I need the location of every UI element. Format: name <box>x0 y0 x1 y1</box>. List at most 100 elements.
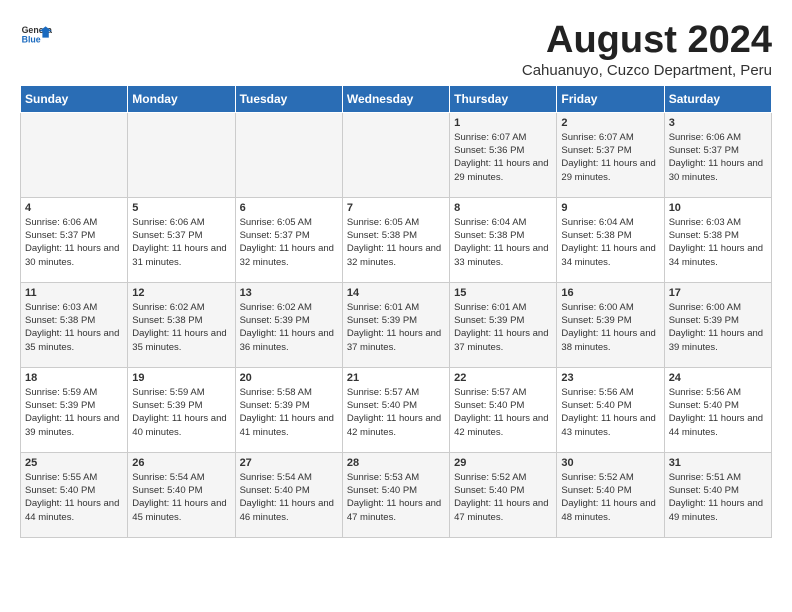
calendar-cell: 19 Sunrise: 5:59 AM Sunset: 5:39 PM Dayli… <box>128 367 235 452</box>
calendar-cell: 1 Sunrise: 6:07 AM Sunset: 5:36 PM Daylig… <box>450 112 557 197</box>
day-detail: Sunrise: 6:05 AM Sunset: 5:37 PM Dayligh… <box>240 216 338 269</box>
day-detail: Sunrise: 6:02 AM Sunset: 5:39 PM Dayligh… <box>240 301 338 354</box>
calendar-cell <box>128 112 235 197</box>
day-detail: Sunrise: 6:03 AM Sunset: 5:38 PM Dayligh… <box>669 216 767 269</box>
calendar-cell: 27Sunrise: 5:54 AM Sunset: 5:40 PM Dayli… <box>235 452 342 537</box>
col-sunday: Sunday <box>21 85 128 112</box>
calendar-cell: 16 Sunrise: 6:00 AM Sunset: 5:39 PM Dayli… <box>557 282 664 367</box>
subtitle: Cahuanuyo, Cuzco Department, Peru <box>522 62 772 79</box>
day-detail: Sunrise: 6:07 AM Sunset: 5:36 PM Dayligh… <box>454 131 552 184</box>
day-detail: Sunrise: 6:07 AM Sunset: 5:37 PM Dayligh… <box>561 131 659 184</box>
calendar-week-row: 25 Sunrise: 5:55 AM Sunset: 5:40 PM Dayli… <box>21 452 772 537</box>
day-number: 17 <box>669 287 767 299</box>
col-friday: Friday <box>557 85 664 112</box>
calendar-week-row: 18 Sunrise: 5:59 AM Sunset: 5:39 PM Dayli… <box>21 367 772 452</box>
calendar-cell: 2 Sunrise: 6:07 AM Sunset: 5:37 PM Daylig… <box>557 112 664 197</box>
day-number: 2 <box>561 117 659 129</box>
day-detail: Sunrise: 6:02 AM Sunset: 5:38 PM Dayligh… <box>132 301 230 354</box>
day-detail: Sunrise: 5:59 AM Sunset: 5:39 PM Dayligh… <box>25 386 123 439</box>
day-detail: Sunrise: 5:55 AM Sunset: 5:40 PM Dayligh… <box>25 471 123 524</box>
calendar-cell: 9Sunrise: 6:04 AM Sunset: 5:38 PM Daylig… <box>557 197 664 282</box>
col-thursday: Thursday <box>450 85 557 112</box>
day-number: 30 <box>561 457 659 469</box>
calendar-cell: 11Sunrise: 6:03 AM Sunset: 5:38 PM Dayli… <box>21 282 128 367</box>
day-number: 4 <box>25 202 123 214</box>
day-detail: Sunrise: 6:00 AM Sunset: 5:39 PM Dayligh… <box>561 301 659 354</box>
calendar-week-row: 4 Sunrise: 6:06 AM Sunset: 5:37 PM Daylig… <box>21 197 772 282</box>
day-number: 24 <box>669 372 767 384</box>
calendar-cell: 13 Sunrise: 6:02 AM Sunset: 5:39 PM Dayli… <box>235 282 342 367</box>
calendar-cell: 4 Sunrise: 6:06 AM Sunset: 5:37 PM Daylig… <box>21 197 128 282</box>
calendar-cell: 29Sunrise: 5:52 AM Sunset: 5:40 PM Dayli… <box>450 452 557 537</box>
day-detail: Sunrise: 5:58 AM Sunset: 5:39 PM Dayligh… <box>240 386 338 439</box>
calendar-cell: 25 Sunrise: 5:55 AM Sunset: 5:40 PM Dayli… <box>21 452 128 537</box>
day-number: 25 <box>25 457 123 469</box>
day-detail: Sunrise: 5:56 AM Sunset: 5:40 PM Dayligh… <box>561 386 659 439</box>
day-detail: Sunrise: 5:53 AM Sunset: 5:40 PM Dayligh… <box>347 471 445 524</box>
day-number: 23 <box>561 372 659 384</box>
calendar-cell: 5Sunrise: 6:06 AM Sunset: 5:37 PM Daylig… <box>128 197 235 282</box>
calendar-cell: 30 Sunrise: 5:52 AM Sunset: 5:40 PM Dayli… <box>557 452 664 537</box>
day-detail: Sunrise: 5:57 AM Sunset: 5:40 PM Dayligh… <box>454 386 552 439</box>
title-block: August 2024 Cahuanuyo, Cuzco Department,… <box>522 20 772 79</box>
calendar-cell: 23 Sunrise: 5:56 AM Sunset: 5:40 PM Dayli… <box>557 367 664 452</box>
page-header: General Blue August 2024 Cahuanuyo, Cuzc… <box>20 20 772 79</box>
day-detail: Sunrise: 5:56 AM Sunset: 5:40 PM Dayligh… <box>669 386 767 439</box>
main-title: August 2024 <box>522 20 772 62</box>
day-detail: Sunrise: 6:01 AM Sunset: 5:39 PM Dayligh… <box>454 301 552 354</box>
day-detail: Sunrise: 6:05 AM Sunset: 5:38 PM Dayligh… <box>347 216 445 269</box>
day-detail: Sunrise: 6:01 AM Sunset: 5:39 PM Dayligh… <box>347 301 445 354</box>
day-detail: Sunrise: 5:52 AM Sunset: 5:40 PM Dayligh… <box>454 471 552 524</box>
svg-text:Blue: Blue <box>22 34 41 44</box>
day-number: 6 <box>240 202 338 214</box>
calendar-body: 1 Sunrise: 6:07 AM Sunset: 5:36 PM Daylig… <box>21 112 772 537</box>
day-number: 21 <box>347 372 445 384</box>
day-detail: Sunrise: 6:04 AM Sunset: 5:38 PM Dayligh… <box>454 216 552 269</box>
calendar-cell: 28Sunrise: 5:53 AM Sunset: 5:40 PM Dayli… <box>342 452 449 537</box>
day-detail: Sunrise: 5:51 AM Sunset: 5:40 PM Dayligh… <box>669 471 767 524</box>
day-number: 27 <box>240 457 338 469</box>
day-detail: Sunrise: 6:06 AM Sunset: 5:37 PM Dayligh… <box>669 131 767 184</box>
calendar-cell: 18 Sunrise: 5:59 AM Sunset: 5:39 PM Dayli… <box>21 367 128 452</box>
day-number: 12 <box>132 287 230 299</box>
calendar-cell: 26Sunrise: 5:54 AM Sunset: 5:40 PM Dayli… <box>128 452 235 537</box>
day-number: 18 <box>25 372 123 384</box>
day-number: 22 <box>454 372 552 384</box>
day-number: 20 <box>240 372 338 384</box>
calendar-cell: 3Sunrise: 6:06 AM Sunset: 5:37 PM Daylig… <box>664 112 771 197</box>
calendar-cell: 8 Sunrise: 6:04 AM Sunset: 5:38 PM Daylig… <box>450 197 557 282</box>
day-number: 10 <box>669 202 767 214</box>
calendar-cell: 20 Sunrise: 5:58 AM Sunset: 5:39 PM Dayli… <box>235 367 342 452</box>
day-number: 16 <box>561 287 659 299</box>
calendar-cell: 6 Sunrise: 6:05 AM Sunset: 5:37 PM Daylig… <box>235 197 342 282</box>
logo: General Blue <box>20 20 52 52</box>
day-number: 14 <box>347 287 445 299</box>
day-detail: Sunrise: 6:06 AM Sunset: 5:37 PM Dayligh… <box>25 216 123 269</box>
calendar-cell: 14 Sunrise: 6:01 AM Sunset: 5:39 PM Dayli… <box>342 282 449 367</box>
calendar-cell: 21Sunrise: 5:57 AM Sunset: 5:40 PM Dayli… <box>342 367 449 452</box>
day-detail: Sunrise: 6:00 AM Sunset: 5:39 PM Dayligh… <box>669 301 767 354</box>
calendar-cell <box>235 112 342 197</box>
logo-icon: General Blue <box>20 20 52 52</box>
day-detail: Sunrise: 5:52 AM Sunset: 5:40 PM Dayligh… <box>561 471 659 524</box>
col-saturday: Saturday <box>664 85 771 112</box>
day-number: 19 <box>132 372 230 384</box>
calendar-cell: 17 Sunrise: 6:00 AM Sunset: 5:39 PM Dayli… <box>664 282 771 367</box>
calendar-cell: 31 Sunrise: 5:51 AM Sunset: 5:40 PM Dayli… <box>664 452 771 537</box>
col-tuesday: Tuesday <box>235 85 342 112</box>
calendar-cell: 22 Sunrise: 5:57 AM Sunset: 5:40 PM Dayli… <box>450 367 557 452</box>
day-number: 8 <box>454 202 552 214</box>
col-monday: Monday <box>128 85 235 112</box>
day-number: 15 <box>454 287 552 299</box>
day-detail: Sunrise: 5:54 AM Sunset: 5:40 PM Dayligh… <box>132 471 230 524</box>
day-number: 13 <box>240 287 338 299</box>
day-detail: Sunrise: 5:59 AM Sunset: 5:39 PM Dayligh… <box>132 386 230 439</box>
col-wednesday: Wednesday <box>342 85 449 112</box>
day-number: 11 <box>25 287 123 299</box>
calendar-week-row: 11Sunrise: 6:03 AM Sunset: 5:38 PM Dayli… <box>21 282 772 367</box>
day-number: 1 <box>454 117 552 129</box>
day-number: 5 <box>132 202 230 214</box>
calendar-header-row: Sunday Monday Tuesday Wednesday Thursday… <box>21 85 772 112</box>
calendar-cell: 12 Sunrise: 6:02 AM Sunset: 5:38 PM Dayli… <box>128 282 235 367</box>
day-number: 31 <box>669 457 767 469</box>
